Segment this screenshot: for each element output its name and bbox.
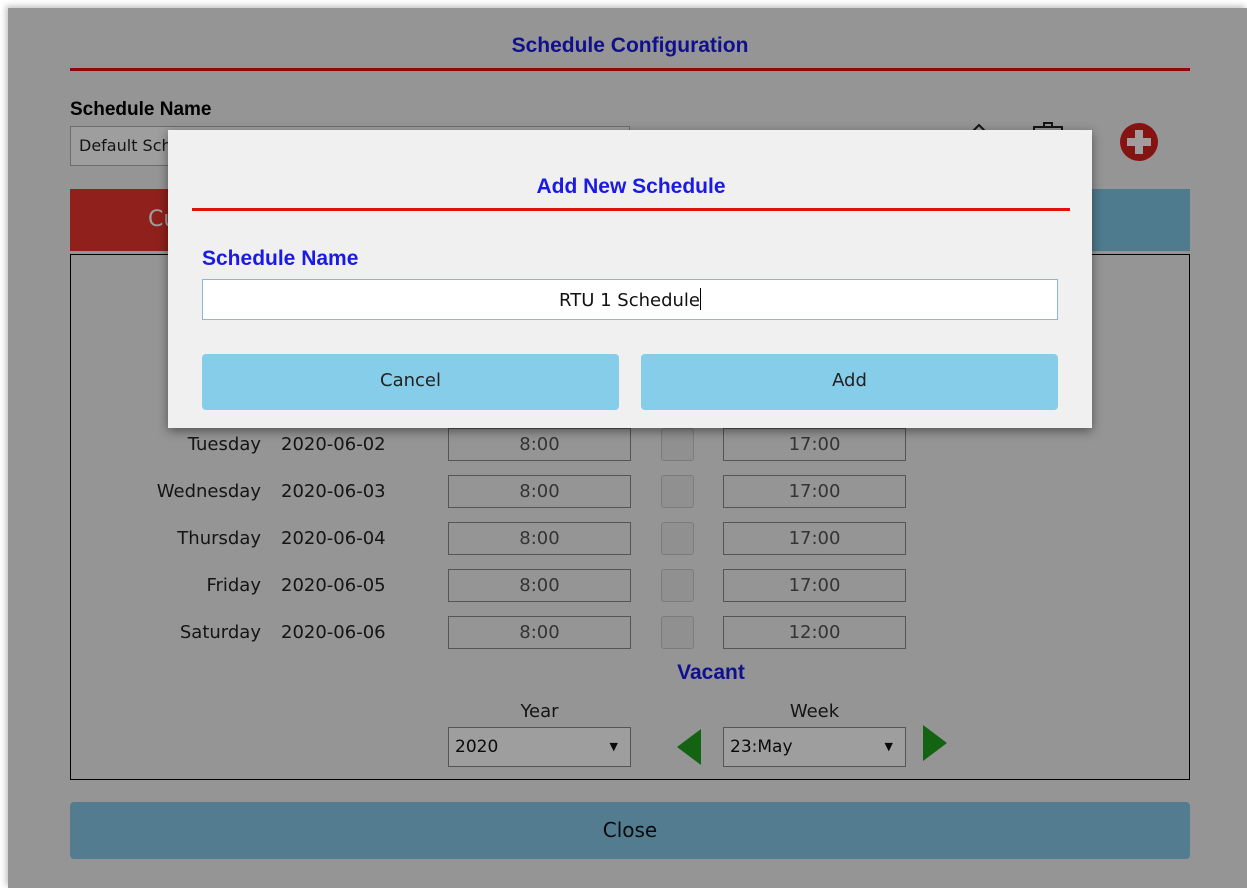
text-caret	[699, 288, 701, 310]
schedule-name-field-label: Schedule Name	[202, 247, 359, 270]
schedule-name-input[interactable]: RTU 1 Schedule	[202, 279, 1058, 320]
dialog-title-divider	[192, 208, 1070, 211]
cancel-button[interactable]: Cancel	[202, 354, 619, 410]
add-button[interactable]: Add	[641, 354, 1058, 410]
schedule-name-input-value: RTU 1 Schedule	[559, 290, 700, 311]
dialog-title: Add New Schedule	[536, 175, 726, 198]
add-schedule-dialog: Add New Schedule Schedule Name RTU 1 Sch…	[168, 130, 1092, 428]
